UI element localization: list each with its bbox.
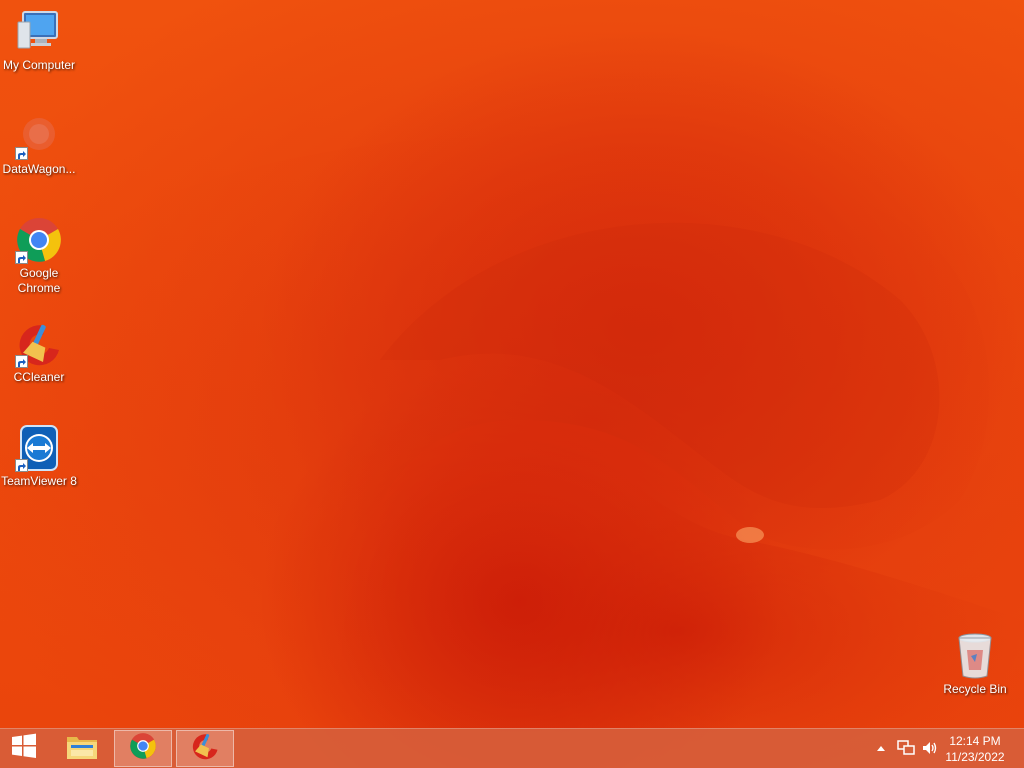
shortcut-arrow-icon	[15, 251, 28, 264]
desktop-icon-label: My Computer	[2, 58, 76, 72]
taskbar: 12:14 PM 11/23/2022	[0, 728, 1024, 768]
desktop-icon-my-computer[interactable]: My Computer	[0, 8, 78, 73]
desktop-icon-recycle-bin[interactable]: Recycle Bin	[936, 632, 1014, 697]
desktop-icon-ccleaner[interactable]: CCleaner	[0, 320, 78, 385]
taskbar-file-explorer[interactable]	[54, 730, 110, 767]
ccleaner-icon	[15, 320, 63, 368]
shortcut-arrow-icon	[15, 459, 28, 472]
shortcut-arrow-icon	[15, 355, 28, 368]
desktop-icon-label: Google Chrome	[17, 266, 61, 295]
folder-icon	[65, 731, 99, 766]
recycle-bin-icon	[951, 632, 999, 680]
desktop-icon-label: DataWagon...	[2, 162, 76, 176]
desktop-icon-label: CCleaner	[13, 370, 65, 384]
volume-icon[interactable]	[920, 739, 940, 757]
computer-icon	[15, 8, 63, 56]
desktop-icon-google-chrome[interactable]: Google Chrome	[0, 216, 78, 296]
clock[interactable]: 12:14 PM 11/23/2022	[940, 733, 1010, 765]
desktop-icon-datawagon[interactable]: DataWagon...	[0, 112, 78, 177]
ccleaner-icon	[190, 731, 220, 766]
network-icon[interactable]	[896, 739, 916, 757]
clock-date: 11/23/2022	[945, 750, 1005, 764]
shortcut-arrow-icon	[15, 147, 28, 160]
start-button[interactable]	[0, 730, 48, 767]
desktop: My Computer DataWagon... Google Chrome C…	[0, 0, 1024, 768]
desktop-icon-teamviewer[interactable]: TeamViewer 8	[0, 424, 78, 489]
teamviewer-icon	[15, 424, 63, 472]
desktop-icon-label: Recycle Bin	[943, 682, 1007, 696]
show-hidden-icons-arrow[interactable]	[874, 739, 888, 757]
clock-time: 12:14 PM	[949, 734, 1001, 748]
wallpaper-swirl	[0, 136, 1024, 768]
windows-start-icon	[10, 732, 38, 765]
chrome-icon	[15, 216, 63, 264]
taskbar-google-chrome[interactable]	[114, 730, 172, 767]
desktop-icon-label: TeamViewer 8	[1, 474, 77, 488]
taskbar-ccleaner[interactable]	[176, 730, 234, 767]
datawagon-icon	[15, 112, 63, 160]
chrome-icon	[129, 732, 157, 765]
